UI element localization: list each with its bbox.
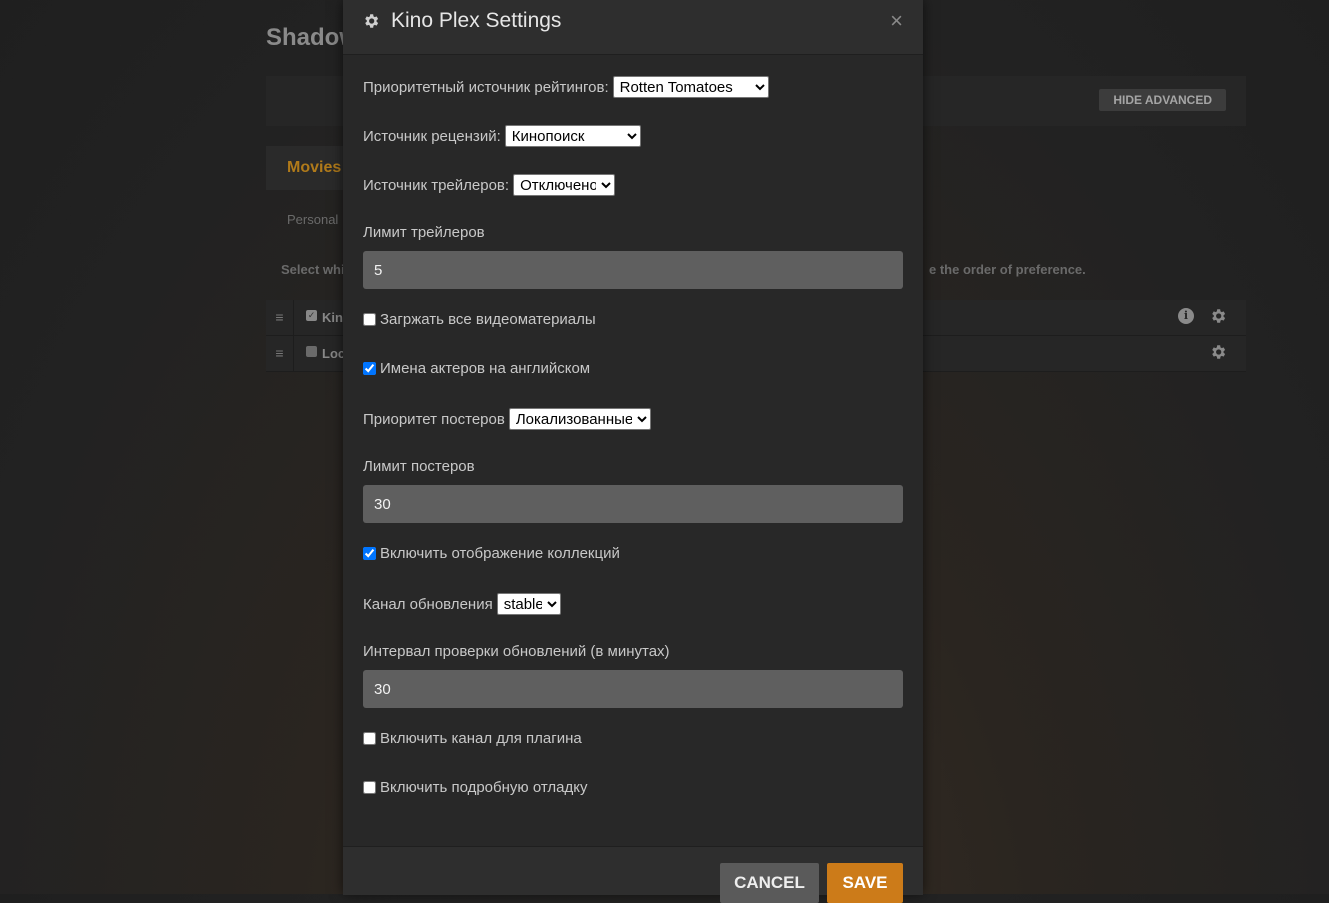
reviews-source-select[interactable]: Кинопоиск [504, 125, 641, 147]
hide-advanced-button[interactable]: HIDE ADVANCED [1099, 89, 1226, 111]
cancel-button[interactable]: CANCEL [720, 863, 819, 903]
agent-name: Loc [322, 346, 346, 361]
ratings-source-label: Приоритетный источник рейтингов: [363, 78, 609, 96]
ratings-source-select[interactable]: Rotten Tomatoes [612, 76, 769, 98]
load-all-media-checkbox[interactable] [363, 313, 376, 326]
save-button[interactable]: SAVE [827, 863, 903, 903]
posters-limit-label: Лимит постеров [363, 458, 475, 475]
drag-handle-icon[interactable]: ≡ [266, 300, 294, 335]
plugin-channel-row[interactable]: Включить канал для плагина [363, 730, 582, 747]
load-all-media-row[interactable]: Загржать все видеоматериалы [363, 311, 596, 328]
actors-english-row[interactable]: Имена актеров на английском [363, 360, 590, 377]
agents-instructions-start: Select whi [281, 262, 345, 277]
plugin-channel-checkbox[interactable] [363, 732, 376, 745]
poster-priority-row: Приоритет постеров Локализованные [363, 408, 651, 430]
info-icon[interactable]: i [1178, 308, 1194, 324]
ratings-source-row: Приоритетный источник рейтингов: Rotten … [363, 76, 769, 98]
actors-english-label: Имена актеров на английском [380, 360, 591, 377]
agent-checkbox[interactable]: ✓ [306, 310, 317, 321]
update-interval-label: Интервал проверки обновлений (в минутах) [363, 643, 670, 660]
actors-english-checkbox[interactable] [363, 362, 376, 375]
collections-checkbox[interactable] [363, 547, 376, 560]
verbose-debug-checkbox[interactable] [363, 781, 376, 794]
agent-name: Kin [322, 310, 343, 325]
update-channel-select[interactable]: stable [496, 593, 561, 615]
collections-row[interactable]: Включить отображение коллекций [363, 545, 620, 562]
trailers-limit-label: Лимит трейлеров [363, 224, 485, 241]
reviews-source-label: Источник рецензий: [363, 127, 501, 145]
trailers-source-row: Источник трейлеров: Отключено [363, 174, 616, 196]
trailers-limit-input[interactable] [363, 251, 903, 289]
poster-priority-select[interactable]: Локализованные [508, 408, 651, 430]
gear-icon [365, 14, 379, 28]
reviews-source-row: Источник рецензий: Кинопоиск [363, 125, 641, 147]
agents-instructions-end: e the order of preference. [929, 262, 1086, 277]
collections-label: Включить отображение коллекций [380, 545, 620, 562]
settings-dialog: Kino Plex Settings × Приоритетный источн… [343, 0, 923, 903]
load-all-media-label: Загржать все видеоматериалы [380, 311, 596, 328]
plugin-channel-label: Включить канал для плагина [380, 730, 582, 747]
tab-movies-label: Movies [287, 159, 342, 176]
update-channel-row: Канал обновления stable [363, 593, 561, 615]
posters-limit-input[interactable] [363, 485, 903, 523]
verbose-debug-label: Включить подробную отладку [380, 779, 588, 796]
close-icon[interactable]: × [890, 8, 903, 34]
dialog-header: Kino Plex Settings × [343, 0, 923, 55]
gear-icon[interactable] [1209, 343, 1227, 361]
trailers-source-select[interactable]: Отключено [513, 174, 616, 196]
gear-icon[interactable] [1209, 307, 1227, 325]
update-channel-label: Канал обновления [363, 595, 493, 613]
agent-checkbox[interactable] [306, 346, 317, 357]
verbose-debug-row[interactable]: Включить подробную отладку [363, 779, 587, 796]
dialog-title: Kino Plex Settings [391, 9, 562, 32]
trailers-source-label: Источник трейлеров: [363, 176, 510, 194]
drag-handle-icon[interactable]: ≡ [266, 336, 294, 371]
update-interval-input[interactable] [363, 670, 903, 708]
poster-priority-label: Приоритет постеров [363, 410, 505, 428]
dialog-footer: CANCEL SAVE [343, 846, 923, 903]
tab-personal[interactable]: Personal [287, 212, 338, 227]
